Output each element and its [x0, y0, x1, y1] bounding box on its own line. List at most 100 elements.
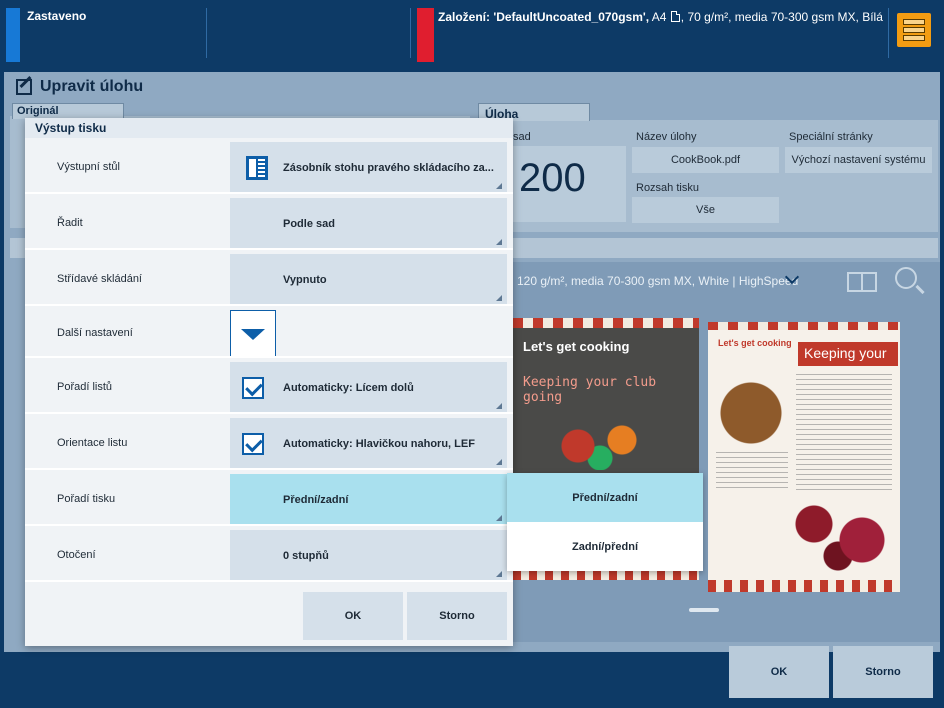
- preview-left-subtitle: Keeping your club going: [523, 375, 657, 405]
- row-divider: [25, 412, 513, 414]
- status-indicator-media: [417, 8, 434, 62]
- row-value: Vypnuto: [283, 274, 327, 286]
- job-name-label: Název úlohy: [636, 131, 697, 143]
- row-collate: Řadit Podle sad: [25, 196, 513, 250]
- zoom-icon[interactable]: [895, 267, 917, 289]
- dialog-title: Výstup tisku: [25, 118, 513, 138]
- edit-icon: [16, 79, 32, 95]
- trays-button[interactable]: [897, 13, 931, 47]
- ok-button[interactable]: OK: [729, 646, 829, 698]
- row-label: Řadit: [57, 217, 83, 229]
- collate-select[interactable]: Podle sad: [230, 198, 507, 250]
- row-offset-stacking: Střídavé skládání Vypnuto: [25, 252, 513, 306]
- row-value: Zásobník stohu pravého skládacího za...: [283, 162, 494, 174]
- job-name-field[interactable]: CookBook.pdf: [632, 147, 779, 173]
- expand-more-button[interactable]: [230, 310, 276, 358]
- special-pages-label: Speciální stránky: [789, 131, 873, 143]
- tab-original[interactable]: Originál: [12, 103, 124, 119]
- rotation-select[interactable]: 0 stupňů: [230, 530, 507, 582]
- preview-page-right[interactable]: Let's get cooking Keeping your: [708, 322, 900, 592]
- corner-indicator-icon: [496, 459, 502, 465]
- page-slider[interactable]: [689, 608, 719, 612]
- row-label: Střídavé skládání: [57, 273, 142, 285]
- row-divider: [25, 580, 513, 582]
- row-divider: [25, 468, 513, 470]
- body-text-decoration: [716, 452, 788, 492]
- food-illustration: [545, 410, 655, 470]
- row-sheet-orientation: Orientace listu Automaticky: Hlavičkou n…: [25, 416, 513, 470]
- copies-label: sad: [513, 131, 531, 143]
- preview-media-summary: 120 g/m², media 70-300 gsm MX, White | H…: [517, 274, 799, 288]
- print-output-dialog: Výstup tisku Výstupní stůl Zásobník stoh…: [25, 118, 513, 646]
- media-status[interactable]: Založení: 'DefaultUncoated_070gsm', A4 ,…: [438, 9, 888, 26]
- corner-indicator-icon: [496, 239, 502, 245]
- row-value: Přední/zadní: [283, 494, 349, 506]
- option-back-front[interactable]: Zadní/přední: [507, 522, 703, 571]
- preview-left-title: Let's get cooking: [523, 339, 630, 354]
- preview-right-banner: Keeping your: [798, 342, 898, 366]
- tray-icon: [903, 19, 925, 25]
- row-value: Podle sad: [283, 218, 335, 230]
- option-front-back[interactable]: Přední/zadní: [507, 473, 703, 522]
- row-label: Orientace listu: [57, 437, 128, 449]
- row-value: Automaticky: Lícem dolů: [283, 382, 414, 394]
- output-tray-select[interactable]: Zásobník stohu pravého skládacího za...: [230, 142, 507, 194]
- awning-decoration: [513, 318, 699, 328]
- cancel-button[interactable]: Storno: [833, 646, 933, 698]
- row-sheet-order: Pořadí listů Automaticky: Lícem dolů: [25, 360, 513, 414]
- status-indicator-left: [6, 8, 20, 62]
- row-value: 0 stupňů: [283, 550, 329, 562]
- media-status-details: , 70 g/m², media 70-300 gsm MX, Bílá: [680, 10, 883, 24]
- page-icon: [670, 11, 680, 22]
- corner-indicator-icon: [496, 515, 502, 521]
- checkbox-icon[interactable]: [242, 377, 264, 399]
- nuts-illustration: [716, 378, 786, 448]
- body-text-decoration: [796, 374, 892, 494]
- row-label: Pořadí listů: [57, 381, 113, 393]
- checkbox-icon[interactable]: [242, 433, 264, 455]
- divider: [888, 8, 889, 58]
- stacker-icon: [246, 156, 268, 180]
- row-rotation: Otočení 0 stupňů: [25, 528, 513, 582]
- row-label: Pořadí tisku: [57, 493, 116, 505]
- row-label: Výstupní stůl: [57, 161, 120, 173]
- page-title: Upravit úlohu: [40, 78, 144, 95]
- offset-stacking-select[interactable]: Vypnuto: [230, 254, 507, 306]
- divider: [410, 8, 411, 58]
- row-print-order: Pořadí tisku Přední/zadní: [25, 472, 513, 526]
- tray-icon: [903, 35, 925, 41]
- corner-indicator-icon: [496, 571, 502, 577]
- tray-icon: [903, 27, 925, 33]
- dialog-cancel-button[interactable]: Storno: [407, 592, 507, 640]
- row-output-tray: Výstupní stůl Zásobník stohu pravého skl…: [25, 140, 513, 194]
- copies-value: 200: [519, 156, 586, 200]
- row-more-settings: Další nastavení: [25, 308, 513, 358]
- row-label: Otočení: [57, 549, 96, 561]
- corner-indicator-icon: [496, 403, 502, 409]
- print-range-label: Rozsah tisku: [636, 182, 699, 194]
- status-bar: Zastaveno Založení: 'DefaultUncoated_070…: [0, 0, 944, 68]
- print-order-dropdown: Přední/zadní Zadní/přední: [507, 473, 703, 571]
- row-divider: [25, 192, 513, 194]
- row-value: Automaticky: Hlavičkou nahoru, LEF: [283, 438, 475, 450]
- book-view-icon[interactable]: [847, 272, 877, 292]
- row-divider: [25, 304, 513, 306]
- tablecloth-decoration: [708, 580, 900, 592]
- divider: [206, 8, 207, 58]
- print-order-select[interactable]: Přední/zadní: [230, 474, 507, 526]
- media-status-size: A4: [649, 10, 670, 24]
- row-divider: [25, 524, 513, 526]
- media-status-name: Založení: 'DefaultUncoated_070gsm',: [438, 10, 650, 24]
- sheet-order-select[interactable]: Automaticky: Lícem dolů: [230, 362, 507, 414]
- row-divider: [25, 248, 513, 250]
- sheet-orientation-select[interactable]: Automaticky: Hlavičkou nahoru, LEF: [230, 418, 507, 470]
- row-label: Další nastavení: [57, 327, 133, 339]
- awning-decoration: [708, 322, 900, 330]
- corner-indicator-icon: [496, 183, 502, 189]
- corner-indicator-icon: [496, 295, 502, 301]
- special-pages-field[interactable]: Výchozí nastavení systému: [785, 147, 932, 173]
- dialog-ok-button[interactable]: OK: [303, 592, 403, 640]
- print-range-field[interactable]: Vše: [632, 197, 779, 223]
- preview-right-title: Let's get cooking: [718, 338, 792, 348]
- berries-illustration: [778, 492, 898, 572]
